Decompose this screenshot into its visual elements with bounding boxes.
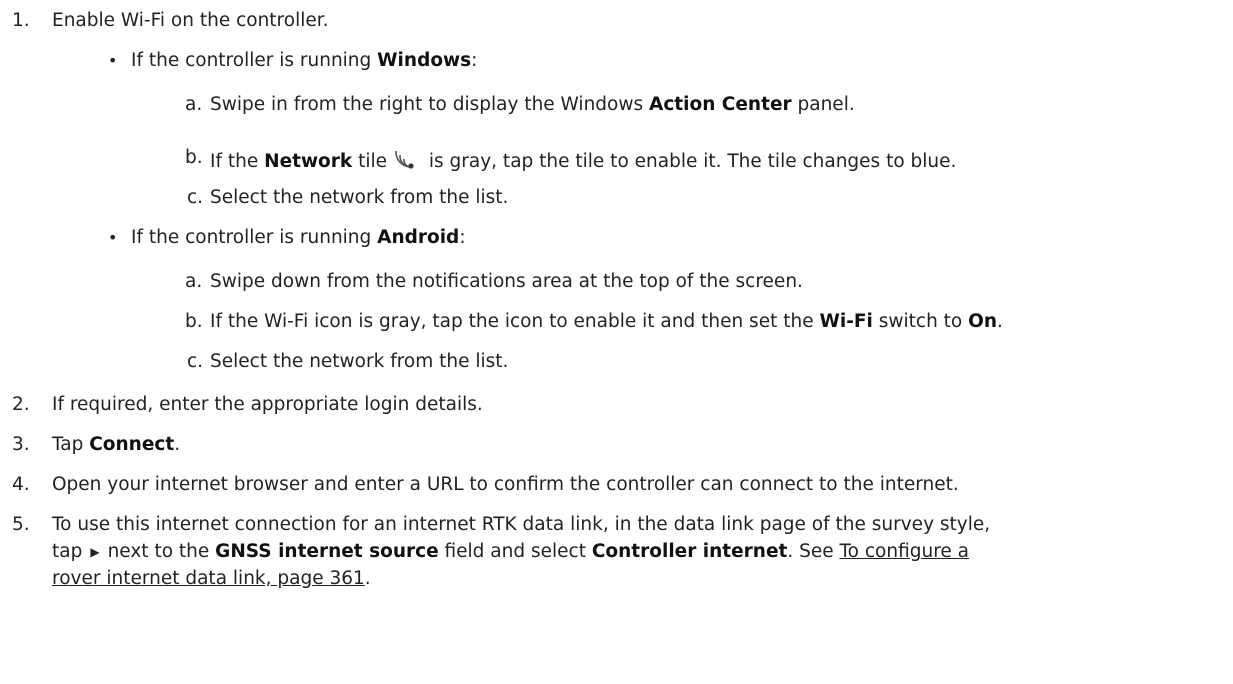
- step-number: 2.: [12, 394, 30, 415]
- step-number: 4.: [12, 474, 30, 495]
- cross-reference-link[interactable]: rover internet data link, page 361: [52, 568, 365, 589]
- bullet-icon: •: [108, 51, 118, 70]
- substep-letter: b.: [185, 311, 203, 332]
- step-text-line-2: tap ▶ next to the GNSS internet source fie…: [52, 539, 969, 565]
- step-text: Enable Wi-Fi on the controller.: [52, 10, 329, 31]
- step-text: If required, enter the appropriate login…: [52, 394, 483, 415]
- step-number: 1.: [12, 10, 30, 31]
- substep-letter: b.: [185, 147, 203, 168]
- substep-text: If the Wi-Fi icon is gray, tap the icon …: [210, 311, 1003, 332]
- cross-reference-link[interactable]: To configure a: [840, 541, 970, 562]
- bullet-text: If the controller is running Windows:: [131, 50, 478, 71]
- step-number: 5.: [12, 514, 30, 535]
- bullet-icon: •: [108, 228, 118, 247]
- wifi-network-icon: [391, 145, 417, 179]
- substep-text: Select the network from the list.: [210, 351, 509, 372]
- substep-text: Select the network from the list.: [210, 187, 509, 208]
- substep-letter: c.: [187, 187, 204, 208]
- step-text-line-1: To use this internet connection for an i…: [52, 514, 991, 535]
- substep-letter: c.: [187, 351, 204, 372]
- triangle-right-icon: ▶: [90, 545, 100, 559]
- substep-text: If the Network tile is gray, tap the til…: [210, 145, 956, 179]
- step-text: Tap Connect.: [52, 434, 181, 455]
- step-number: 3.: [12, 434, 30, 455]
- substep-letter: a.: [185, 271, 203, 292]
- substep-letter: a.: [185, 94, 203, 115]
- bullet-text: If the controller is running Android:: [131, 227, 466, 248]
- substep-text: Swipe in from the right to display the W…: [210, 94, 855, 115]
- step-text-line-3: rover internet data link, page 361.: [52, 568, 371, 589]
- step-text: Open your internet browser and enter a U…: [52, 474, 959, 495]
- substep-text: Swipe down from the notifications area a…: [210, 271, 803, 292]
